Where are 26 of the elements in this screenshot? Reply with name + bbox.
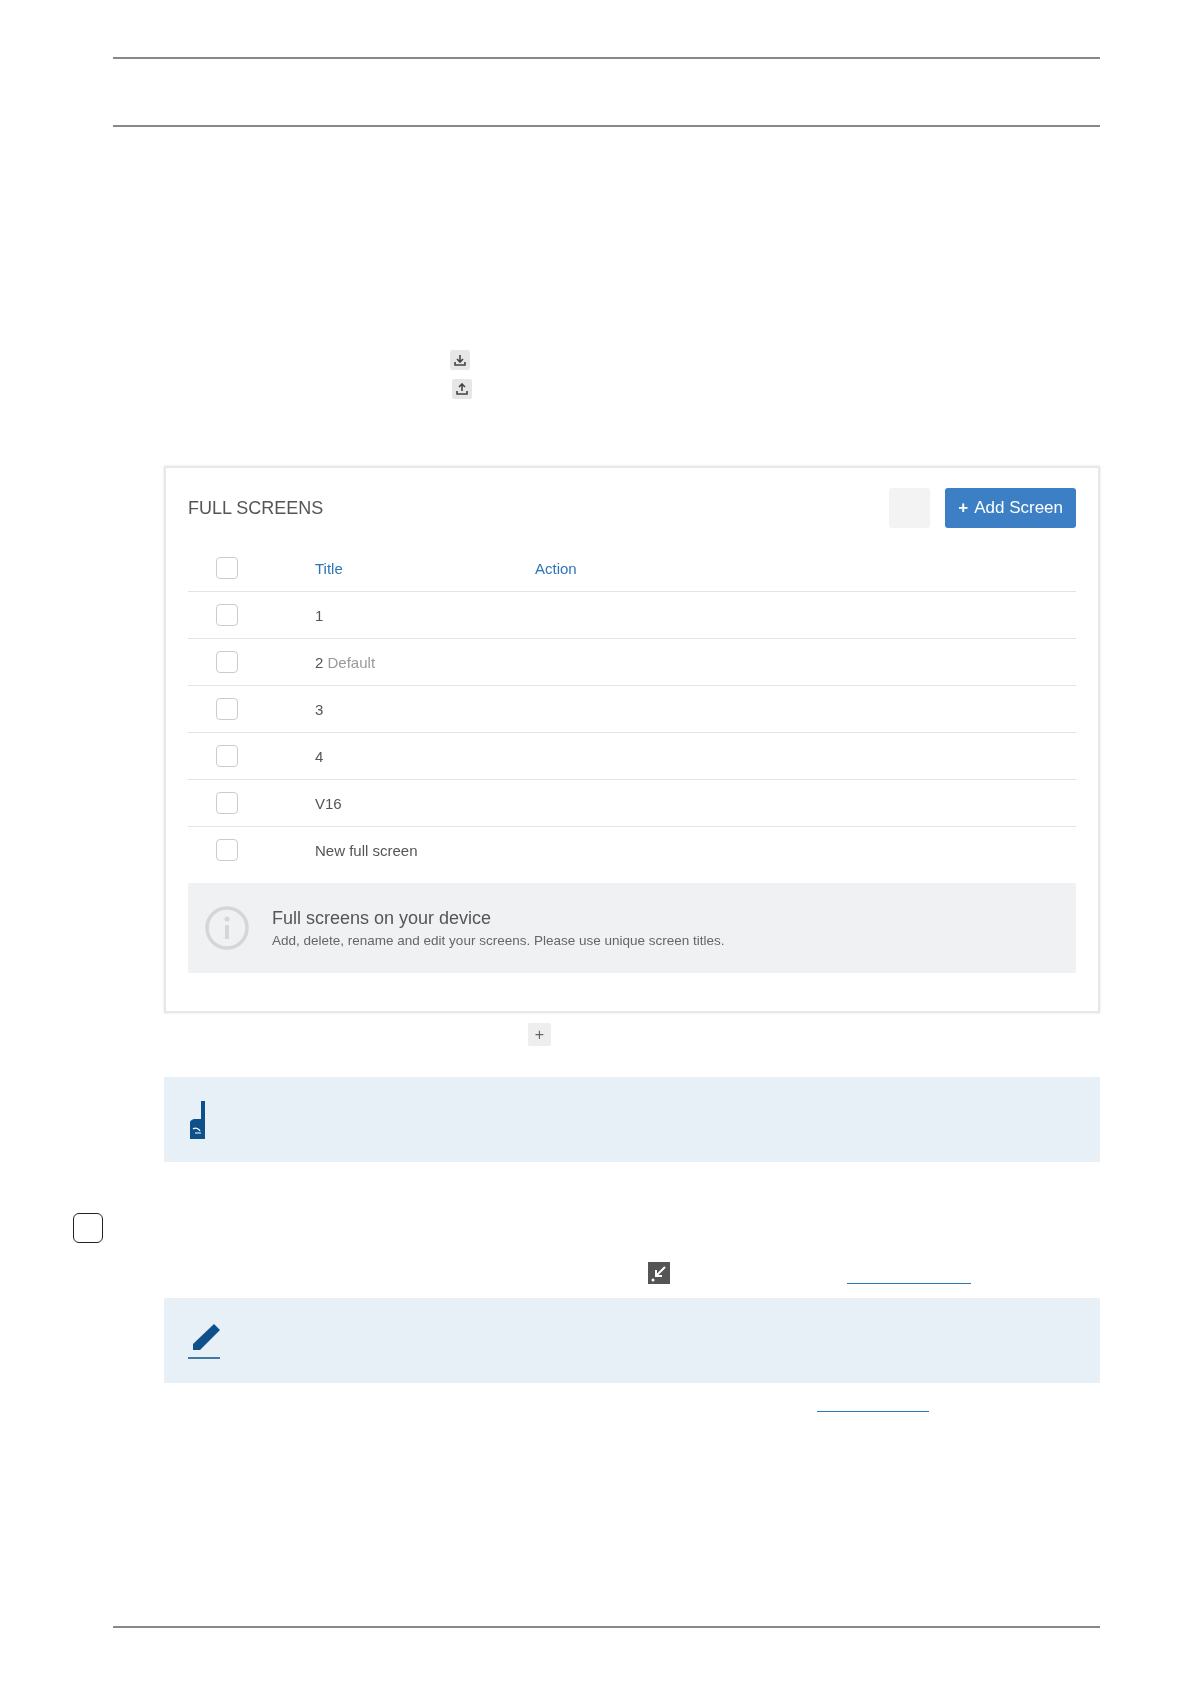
add-button[interactable]: + — [528, 1023, 551, 1046]
pencil-icon — [188, 1322, 222, 1359]
upload-icon — [456, 383, 468, 395]
checkbox[interactable] — [216, 792, 238, 814]
table-cell-text: V16 — [315, 794, 343, 812]
table-cell-text: 2 Default — [315, 653, 377, 671]
checkbox[interactable] — [216, 651, 238, 673]
add-screen-button[interactable]: + Add Screen — [945, 488, 1076, 528]
table-cell-text: 4 — [315, 747, 325, 765]
info-icon — [204, 905, 250, 951]
checkbox[interactable] — [216, 604, 238, 626]
collapse-icon — [648, 1262, 670, 1284]
info-text: Add, delete, rename and edit your screens. Please use unique screen titles. — [272, 933, 725, 948]
download-icon — [454, 354, 466, 366]
info-heading: Full screens on your device — [272, 908, 493, 929]
column-header[interactable]: Title — [315, 559, 535, 577]
checkbox[interactable] — [216, 698, 238, 720]
checkbox[interactable] — [216, 839, 238, 861]
panel-title: FULL SCREENS — [188, 497, 324, 519]
table-cell-text: 1 — [315, 606, 325, 624]
checkbox-outline — [73, 1213, 103, 1243]
column-header[interactable]: Action — [535, 559, 1076, 577]
checkbox[interactable] — [216, 745, 238, 767]
checkbox[interactable] — [216, 557, 238, 579]
table-cell-text: New full screen — [315, 841, 419, 859]
table-cell-text: 3 — [315, 700, 325, 718]
